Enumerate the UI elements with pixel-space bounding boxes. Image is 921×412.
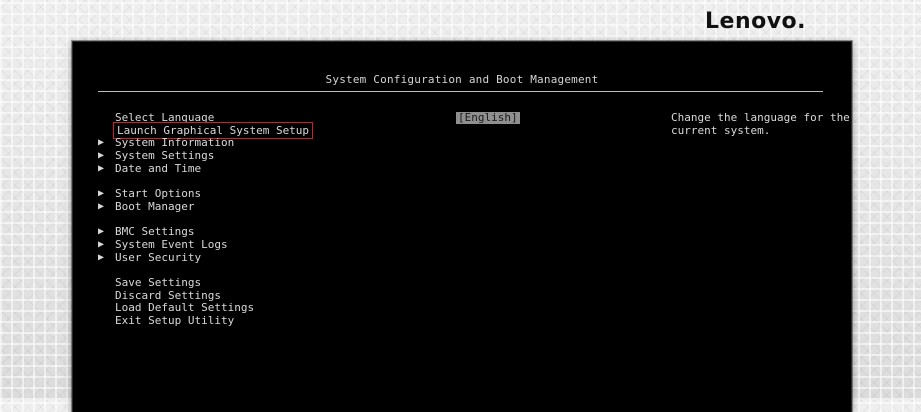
menu-item-label: Select Language [115,111,215,124]
bios-setup-window: System Configuration and Boot Management… [72,41,852,412]
triangle-right-icon: ▶ [98,137,105,149]
lenovo-logo: Lenovo. [705,9,807,34]
menu-item-label: Start Options [115,187,202,201]
menu-item-label: Exit Setup Utility [115,314,235,327]
triangle-right-icon: ▶ [98,226,105,238]
menu-item-label: System Event Logs [115,237,228,251]
triangle-right-icon: ▶ [98,238,105,250]
triangle-right-icon: ▶ [98,150,105,162]
menu-item-label: Discard Settings [115,288,221,302]
title-divider [98,91,823,92]
menu-item-user-security[interactable]: ▶ User Security [98,250,398,265]
menu-item-label: Save Settings [115,275,202,289]
menu-item-label: BMC Settings [115,225,195,239]
menu-item-exit-setup-utility[interactable]: ▶ Exit Setup Utility [98,314,398,328]
menu-item-label: User Security [115,250,202,264]
menu-item-boot-manager[interactable]: ▶ Boot Manager [98,199,398,214]
menu-item-select-language[interactable]: ▶ Select Language [98,111,398,125]
menu-item-label: Boot Manager [115,199,195,213]
brand-header: Lenovo. [0,0,921,40]
setup-menu: ▶ Select Language ▶ Launch Graphical Sys… [98,111,398,328]
menu-item-label: Launch Graphical System Setup [112,121,314,139]
menu-item-label: System Information [115,136,235,150]
menu-item-label: Load Default Settings [115,301,255,315]
triangle-right-icon: ▶ [98,200,105,212]
language-value[interactable]: [English] [456,112,520,124]
help-text: Change the language for the current syst… [671,111,857,137]
triangle-right-icon: ▶ [98,188,105,200]
menu-item-date-and-time[interactable]: ▶ Date and Time [98,161,398,176]
triangle-right-icon: ▶ [98,251,105,263]
page-title: System Configuration and Boot Management [325,73,599,86]
menu-item-label: System Settings [115,149,215,163]
menu-item-label: Date and Time [115,161,202,175]
triangle-right-icon: ▶ [98,162,105,174]
